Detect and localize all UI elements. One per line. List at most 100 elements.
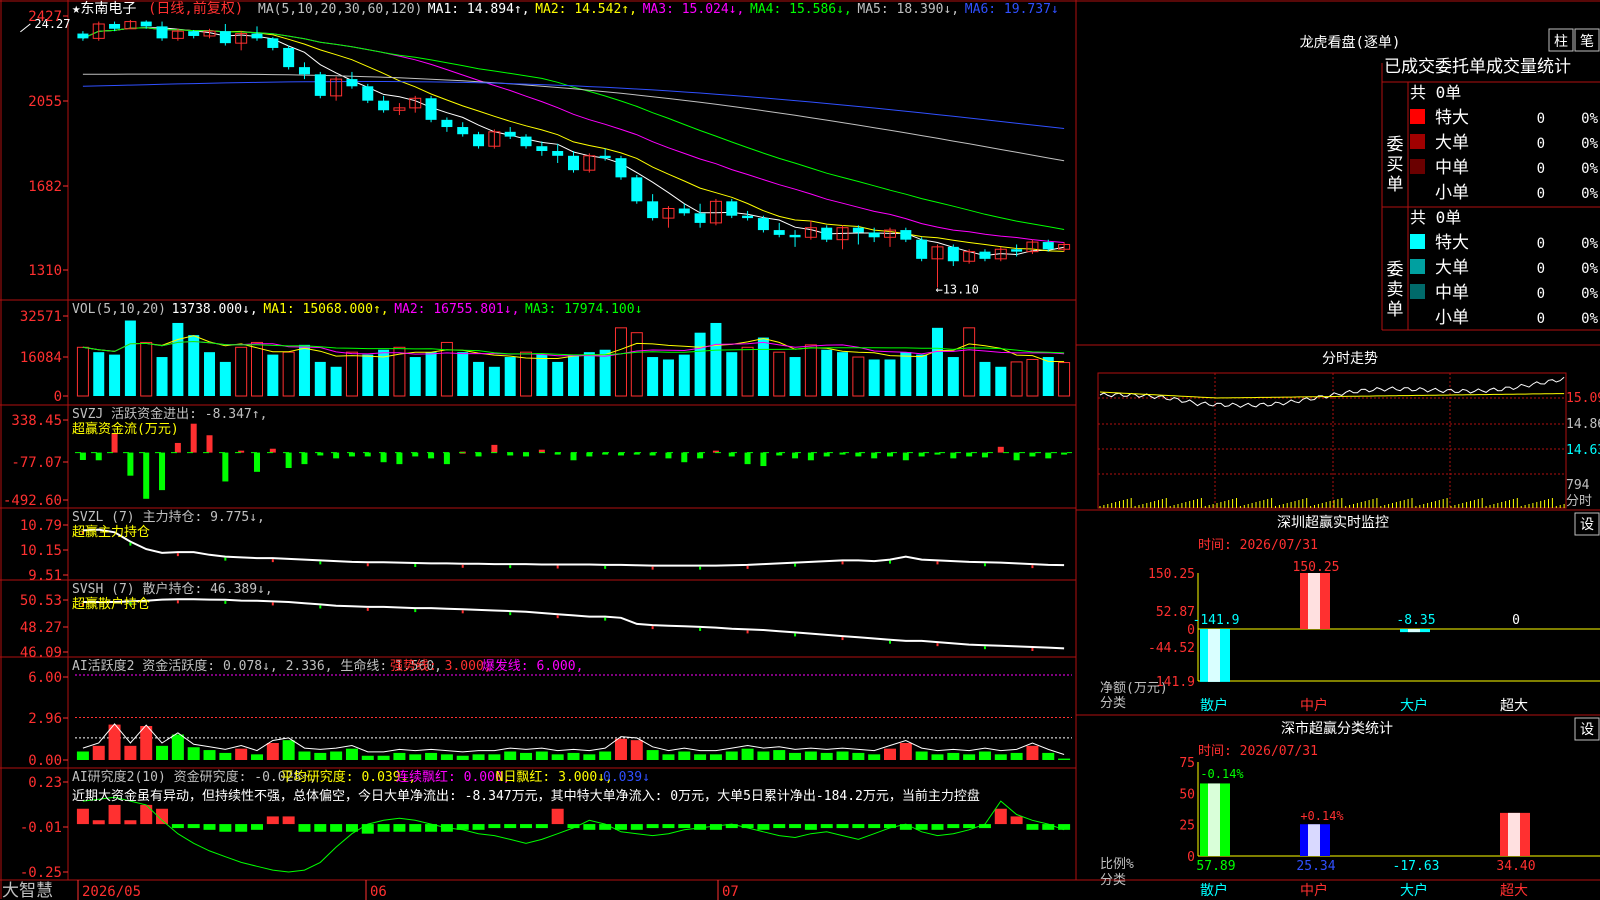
candle-body [283,47,295,68]
sell-row-swatch [1410,234,1425,249]
ai-activity-panel[interactable] [75,674,1072,760]
retail-holding-line-tick [936,643,939,647]
volume-bar [694,332,706,396]
research-bar [1026,824,1039,830]
retail-holding-line-tick [1031,648,1034,652]
classify-unit-label: 比例% [1100,857,1134,872]
research-bar [377,824,390,832]
volume-bar [552,361,564,396]
main-holding-line-tick [699,566,702,570]
fund-flow-bar [792,452,799,459]
classify-category: 大户 [1400,882,1428,899]
volume-bar [804,344,817,397]
sell-side-label: 单 [1387,300,1404,320]
activity-bar [266,743,279,760]
buy-row-value: 0 [1537,186,1545,202]
candle-body [868,232,880,238]
volume-bar [916,354,928,396]
sell-side-label: 卖 [1387,280,1404,300]
kline-chart-area[interactable]: 24.27←13.10 2427 2055 1682 1310 32571 16084 0 3… [0,0,1600,900]
main-holding-line-tick [983,563,986,567]
main-holding-line-tick [319,561,322,565]
activity-bar [757,751,770,760]
classify-time: 时间: 2026/07/31 [1198,744,1318,759]
buy-row-value: 0 [1537,161,1545,177]
price-y-tick: 1310 [28,263,62,279]
volume-bar [457,352,469,396]
ai1-legend-item: 强势线: 3.000, [390,658,492,674]
classify-settings-label: 设 [1580,722,1594,738]
volume-bar [140,341,153,397]
retail-holding-line-tick [509,612,512,616]
svzl-panel[interactable] [81,528,1065,570]
monitor-category: 大户 [1400,697,1428,714]
activity-bar [947,752,960,760]
research-bar [472,824,485,830]
candle-body [457,127,469,135]
retail-holding-line-tick [746,630,749,634]
fenshi-price-line [1099,376,1565,408]
activity-bar [440,754,453,760]
activity-bar [741,748,754,760]
classify-category: 超大 [1500,883,1528,899]
volume-bar [1042,357,1054,396]
candle-body [473,134,485,147]
monitor-bar-highlight [1408,629,1420,633]
activity-bar [978,751,991,760]
activity-bar [994,754,1007,760]
vol-legend-item: MA3: 17974.100↓ [525,302,642,317]
fund-flow-bar [807,452,814,461]
volume-panel[interactable] [76,320,1071,397]
fund-flow-bar [523,452,530,457]
ma-legend-item: MA4: 15.586↓, [750,2,852,17]
research-bar [804,824,817,830]
research-bar [915,824,928,830]
ai-research-panel[interactable] [76,796,1071,873]
main-holding-line-tick [366,563,369,567]
volume-bar [741,346,754,397]
research-bar [235,824,248,832]
volume-bar [345,351,358,397]
activity-bar [377,755,390,760]
activity-bar [820,752,833,760]
ai2-y-tick: 0.23 [28,775,62,791]
candle-body [520,136,532,147]
activity-bar [156,745,169,760]
price-panel[interactable]: 24.27←13.10 [20,17,1071,297]
volume-bar [963,327,976,397]
research-bar [187,824,200,829]
retail-holding-line-tick [699,627,702,631]
fund-flow-bar [333,452,340,459]
research-bar [1042,824,1055,830]
monitor-time: 时间: 2026/07/31 [1198,538,1318,553]
volume-bar [662,359,674,396]
volume-bar [282,351,295,397]
fenshi-frame [1097,372,1567,509]
ma-legend-item: MA3: 15.024↓, [643,2,745,17]
buy-row-label: 特大 [1435,108,1469,128]
svsh-panel[interactable] [81,598,1065,652]
research-bar [250,824,263,830]
fund-flow-bar [728,452,735,457]
classify-category: 中户 [1300,882,1328,899]
volume-bar [630,332,643,397]
fenshi-price-label: 14.86 [1566,417,1600,432]
candle-body [552,151,564,156]
sell-row-swatch [1410,259,1425,274]
research-bar [662,824,675,829]
activity-bar [250,754,263,760]
activity-bar [599,751,612,760]
svzj-panel[interactable] [75,423,1072,499]
fund-flow-bar [428,452,435,459]
research-bar [203,824,216,830]
fund-flow-bar [981,452,988,458]
ai2-legend-item: 0.039↓ [603,770,650,785]
activity-bar [393,752,406,760]
classify-y-label: 0 [1187,850,1195,865]
volume-bar [536,354,548,396]
volume-bar [884,359,896,396]
fenshi-price-label: 14.63 [1566,443,1600,458]
volume-bar [678,354,690,396]
retail-holding-line [82,598,1065,650]
candle-body [267,38,279,48]
